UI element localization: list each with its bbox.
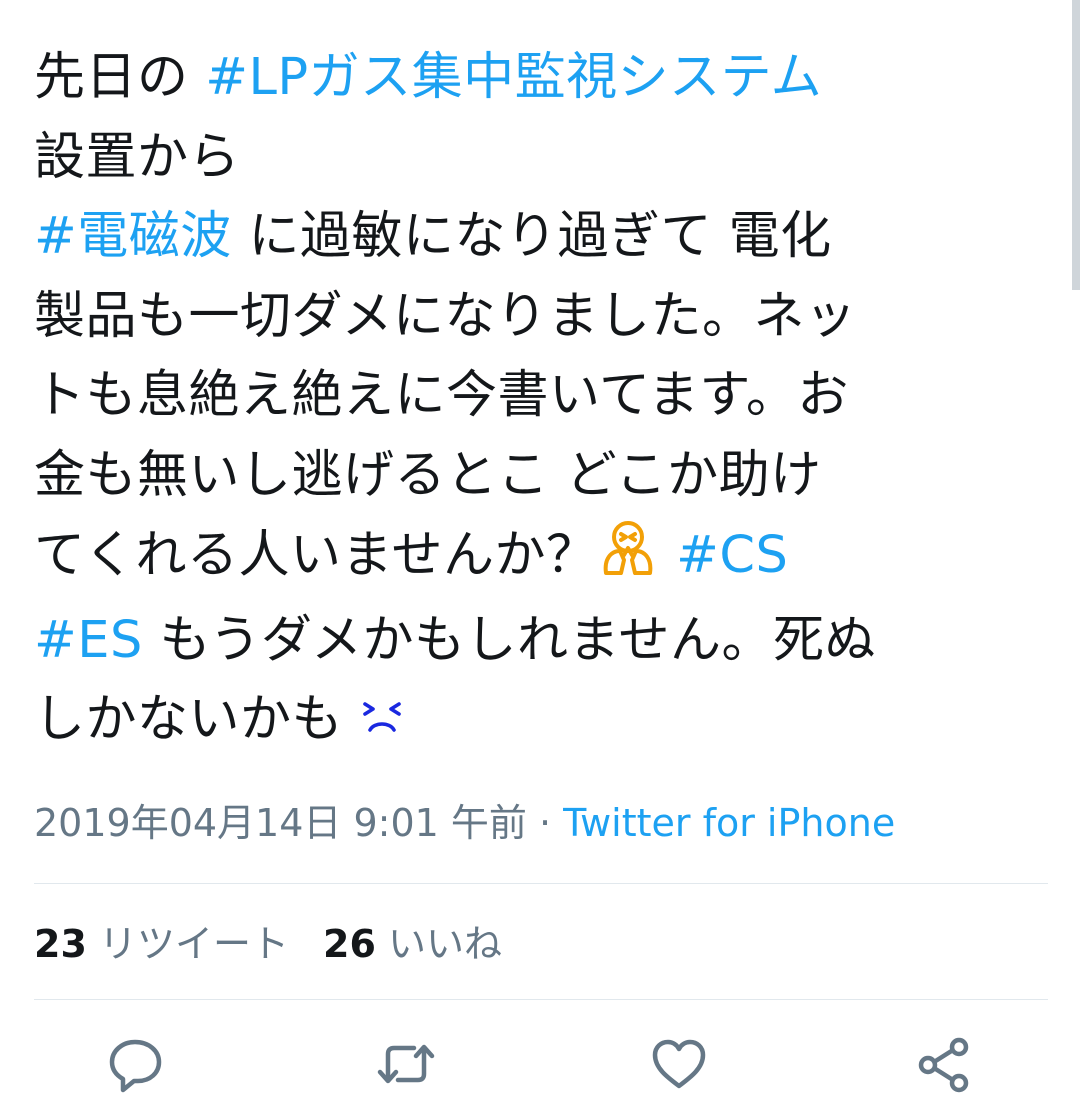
tweet-line: 設置から bbox=[34, 118, 1044, 198]
tweet-text-segment: トも息絶え絶えに今書いてます。お bbox=[34, 366, 849, 425]
tweet-text-segment: 金も無いし逃げるとこ どこか助け bbox=[34, 445, 822, 505]
like-stat[interactable]: 26 いいね bbox=[323, 922, 502, 966]
like-icon bbox=[652, 1039, 706, 1089]
tweet-line: 先日の #LPガス集中監視システム bbox=[34, 38, 1044, 118]
like-label: いいね bbox=[387, 922, 502, 966]
face-in-hands-emoji bbox=[597, 515, 659, 601]
hashtag-link[interactable]: #電磁波 bbox=[34, 207, 232, 266]
tweet-text-segment: に過敏になり過ぎて 電化 bbox=[231, 207, 832, 266]
tweet-text-segment: 設置から bbox=[34, 127, 241, 187]
retweet-stat[interactable]: 23 リツイート bbox=[34, 922, 289, 966]
tweet-line: 製品も一切ダメになりました。ネッ bbox=[34, 277, 1044, 357]
source-link[interactable]: Twitter for iPhone bbox=[563, 801, 895, 845]
tweet-text-segment: てくれる人いませんか？ bbox=[34, 525, 598, 585]
tweet-text-segment: もうダメかもしれません。死ぬ bbox=[142, 610, 876, 670]
tweet-meta: 2019年04月14日 9:01 午前 · Twitter for iPhone bbox=[34, 797, 895, 849]
reply-button[interactable] bbox=[104, 1032, 168, 1096]
tweet-line: #電磁波 に過敏になり過ぎて 電化 bbox=[34, 197, 1044, 277]
retweet-icon bbox=[377, 1044, 435, 1084]
tweet-line: てくれる人いませんか？ #CS bbox=[34, 515, 1044, 601]
like-count: 26 bbox=[323, 922, 376, 966]
frowning-squint-emoji bbox=[360, 682, 404, 762]
retweet-label: リツイート bbox=[98, 922, 289, 966]
tweet-line: しかないかも bbox=[34, 680, 1044, 762]
tweet-text-segment bbox=[659, 526, 676, 585]
tweet-line: トも息絶え絶えに今書いてます。お bbox=[34, 356, 1044, 436]
divider-top bbox=[34, 883, 1048, 884]
tweet-line: #ES もうダメかもしれません。死ぬ bbox=[34, 601, 1044, 681]
meta-separator: · bbox=[526, 801, 564, 845]
engagement-stats: 23 リツイート 26 いいね bbox=[34, 916, 502, 972]
tweet-text-segment: 先日の bbox=[34, 48, 206, 107]
action-bar bbox=[0, 1032, 1080, 1096]
divider-bottom bbox=[34, 999, 1048, 1000]
timestamp[interactable]: 2019年04月14日 9:01 午前 bbox=[34, 801, 527, 845]
tweet-text-segment: 製品も一切ダメになりました。ネッ bbox=[34, 286, 857, 346]
tweet-text: 先日の #LPガス集中監視システム設置から #電磁波 に過敏になり過ぎて 電化製品… bbox=[34, 38, 1044, 762]
scrollbar-thumb[interactable] bbox=[1072, 0, 1080, 290]
share-icon bbox=[918, 1037, 969, 1093]
share-button[interactable] bbox=[912, 1032, 976, 1096]
reply-icon bbox=[109, 1039, 162, 1093]
hashtag-link[interactable]: #LPガス集中監視システム bbox=[205, 48, 822, 107]
retweet-count: 23 bbox=[34, 922, 87, 966]
hashtag-link[interactable]: #CS bbox=[676, 526, 788, 585]
retweet-button[interactable] bbox=[374, 1032, 438, 1096]
tweet-line: 金も無いし逃げるとこ どこか助け bbox=[34, 436, 1044, 516]
tweet-text-segment: しかないかも bbox=[34, 690, 360, 749]
like-button[interactable] bbox=[647, 1032, 711, 1096]
hashtag-link[interactable]: #ES bbox=[34, 611, 143, 670]
